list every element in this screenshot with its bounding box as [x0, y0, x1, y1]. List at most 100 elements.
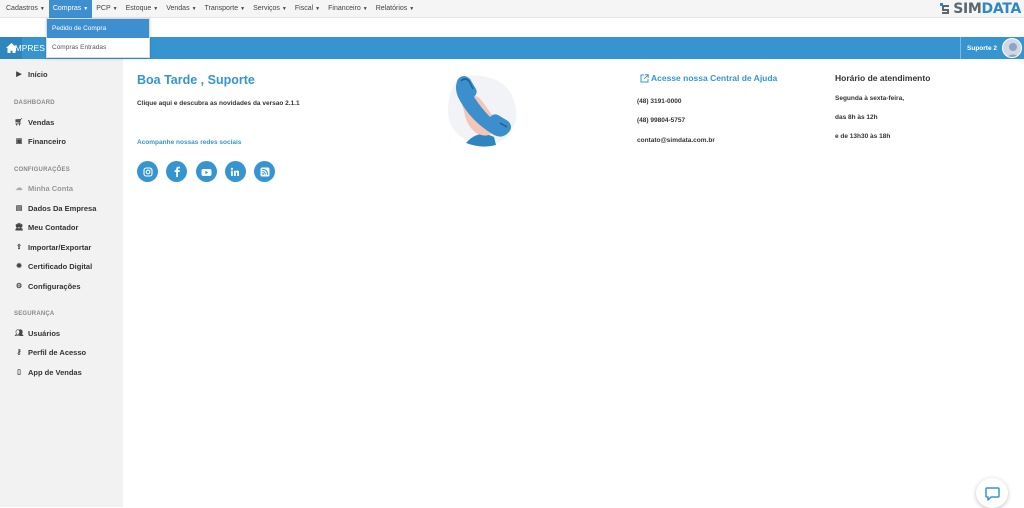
- play-icon: ▶: [16, 71, 22, 78]
- sidebar-heading-dashboard: DASHBOARD: [14, 100, 55, 106]
- facebook-icon[interactable]: [166, 161, 188, 182]
- sidebar-item-label: App de Vendas: [28, 367, 82, 377]
- greeting-title: Boa Tarde , Suporte: [137, 73, 255, 87]
- sidebar: ▶ Início DASHBOARD 🛒︎ Vendas ▣ Financeiro C…: [0, 59, 123, 507]
- menu-label: Serviços: [253, 5, 280, 12]
- menu-servicos[interactable]: Serviços ▼: [249, 0, 291, 18]
- sidebar-item-perfil-de-acesso[interactable]: ⚷ Perfil de Acesso: [14, 346, 86, 358]
- help-center-link[interactable]: Acesse nossa Central de Ajuda: [640, 73, 777, 83]
- menu-transporte[interactable]: Transporte ▼: [201, 0, 250, 18]
- sidebar-item-label: Certificado Digital: [28, 261, 93, 271]
- sidebar-item-usuarios[interactable]: 👥︎ Usuários: [14, 327, 61, 339]
- rss-icon[interactable]: [254, 161, 276, 182]
- menu-label: Relatórios: [375, 5, 408, 12]
- sidebar-item-vendas[interactable]: 🛒︎ Vendas: [14, 116, 55, 128]
- money-icon: ▣: [15, 138, 23, 145]
- menu-financeiro[interactable]: Financeiro ▼: [324, 0, 372, 18]
- menu-estoque[interactable]: Estoque ▼: [122, 0, 163, 18]
- upload-icon: ⇪: [16, 244, 22, 251]
- menu-label: Financeiro: [328, 5, 361, 12]
- external-link-icon: [640, 73, 649, 82]
- menu-label: Compras: [52, 5, 82, 12]
- sidebar-item-certificado-digital[interactable]: ✹ Certificado Digital: [14, 260, 92, 272]
- caret-down-icon: ▼: [281, 6, 287, 12]
- menu-fiscal[interactable]: Fiscal ▼: [291, 0, 324, 18]
- help-center-label: Acesse nossa Central de Ajuda: [651, 73, 778, 83]
- contact-email[interactable]: contato@simdata.com.br: [637, 137, 715, 144]
- sidebar-item-dados-da-empresa[interactable]: ▤ Dados Da Empresa: [14, 202, 97, 214]
- cloud-icon: ☁: [15, 185, 23, 192]
- menu-label: Estoque: [125, 5, 152, 12]
- dropdown-item-compras-entradas[interactable]: Compras Entradas: [47, 38, 149, 57]
- sidebar-item-app-de-vendas[interactable]: ▯ App de Vendas: [14, 366, 82, 378]
- sidebar-heading-seguranca: SEGURANÇA: [14, 311, 55, 317]
- company-name: EMPRES: [9, 43, 45, 53]
- main-menu: Cadastros ▼ Compras ▼ PCP ▼ Estoque ▼ Vendas…: [0, 0, 1024, 18]
- top-menu-bar: Cadastros ▼ Compras ▼ PCP ▼ Estoque ▼ Vendas…: [0, 0, 1024, 18]
- logo-mark-icon: [940, 2, 950, 14]
- menu-compras[interactable]: Compras ▼: [48, 0, 93, 18]
- caret-down-icon: ▼: [39, 6, 45, 12]
- caret-down-icon: ▼: [362, 6, 368, 12]
- linkedin-icon[interactable]: [224, 161, 246, 182]
- simdata-logo[interactable]: SIMDATA: [940, 1, 1021, 17]
- sidebar-item-minha-conta[interactable]: ☁ Minha Conta: [14, 182, 74, 194]
- sidebar-item-financeiro[interactable]: ▣ Financeiro: [14, 135, 66, 147]
- building-icon: ▤: [15, 205, 23, 212]
- sidebar-item-label: Vendas: [28, 117, 55, 127]
- sidebar-item-configuracoes[interactable]: ⚙ Configurações: [14, 280, 81, 292]
- certificate-icon: ✹: [16, 263, 22, 270]
- sidebar-item-label: Usuários: [28, 328, 61, 338]
- user-avatar-icon: [1007, 43, 1019, 57]
- menu-relatorios[interactable]: Relatórios ▼: [372, 0, 418, 18]
- menu-pcp[interactable]: PCP ▼: [92, 0, 121, 18]
- news-link[interactable]: Clique aqui e descubra as novidades da v…: [137, 100, 300, 107]
- caret-down-icon: ▼: [112, 6, 118, 12]
- sidebar-item-label: Minha Conta: [28, 183, 73, 193]
- sidebar-item-label: Início: [28, 69, 48, 79]
- caret-down-icon: ▼: [83, 6, 89, 12]
- sidebar-item-importar-exportar[interactable]: ⇪ Importar/Exportar: [14, 241, 91, 253]
- instagram-icon[interactable]: [137, 161, 158, 182]
- sidebar-item-label: Meu Contador: [28, 222, 79, 232]
- menu-label: Cadastros: [6, 5, 38, 12]
- hours-title: Horário de atendimento: [835, 73, 931, 83]
- phone-2: (48) 99804-5757: [637, 117, 686, 124]
- caret-down-icon: ▼: [240, 6, 246, 12]
- hours-line: Segunda à sexta-feira,: [835, 95, 904, 102]
- dropdown-item-pedido-de-compra[interactable]: Pedido de Compra: [47, 19, 149, 38]
- user-menu[interactable]: Suporte 2: [960, 37, 1024, 59]
- phone-support-illustration: [448, 75, 517, 147]
- menu-cadastros[interactable]: Cadastros ▼: [2, 0, 49, 18]
- avatar[interactable]: [1002, 38, 1022, 58]
- sidebar-item-label: Importar/Exportar: [28, 242, 92, 252]
- social-label: Acompanhe nossas redes sociais: [137, 139, 242, 146]
- sidebar-item-label: Financeiro: [28, 136, 66, 146]
- phone-1: (48) 3191-0000: [637, 98, 682, 105]
- sidebar-item-inicio[interactable]: ▶ Início: [14, 68, 48, 80]
- caret-down-icon: ▼: [409, 6, 415, 12]
- social-links: [137, 161, 283, 182]
- gears-icon: ⚙: [15, 283, 23, 290]
- hours-line: das 8h às 12h: [835, 114, 878, 121]
- compras-dropdown: Pedido de Compra Compras Entradas: [46, 18, 150, 58]
- users-icon: 👥︎: [14, 330, 24, 337]
- menu-vendas[interactable]: Vendas ▼: [162, 0, 200, 18]
- caret-down-icon: ▼: [315, 6, 321, 12]
- menu-label: PCP: [96, 5, 111, 12]
- cart-icon: 🛒︎: [14, 119, 24, 126]
- hours-line: e de 13h30 às 18h: [835, 133, 891, 140]
- caret-down-icon: ▼: [191, 6, 197, 12]
- caret-down-icon: ▼: [153, 6, 159, 12]
- menu-label: Transporte: [204, 5, 239, 12]
- sidebar-heading-configuracoes: CONFIGURAÇÕES: [14, 167, 70, 173]
- key-icon: ⚷: [16, 349, 22, 356]
- chat-button[interactable]: [976, 478, 1008, 508]
- mobile-icon: ▯: [17, 369, 21, 376]
- menu-label: Vendas: [166, 5, 190, 12]
- bank-icon: 🏛︎: [14, 224, 24, 231]
- sidebar-item-label: Configurações: [28, 281, 81, 291]
- sidebar-item-label: Perfil de Acesso: [28, 347, 87, 357]
- sidebar-item-meu-contador[interactable]: 🏛︎ Meu Contador: [14, 221, 79, 233]
- youtube-icon[interactable]: [195, 161, 217, 182]
